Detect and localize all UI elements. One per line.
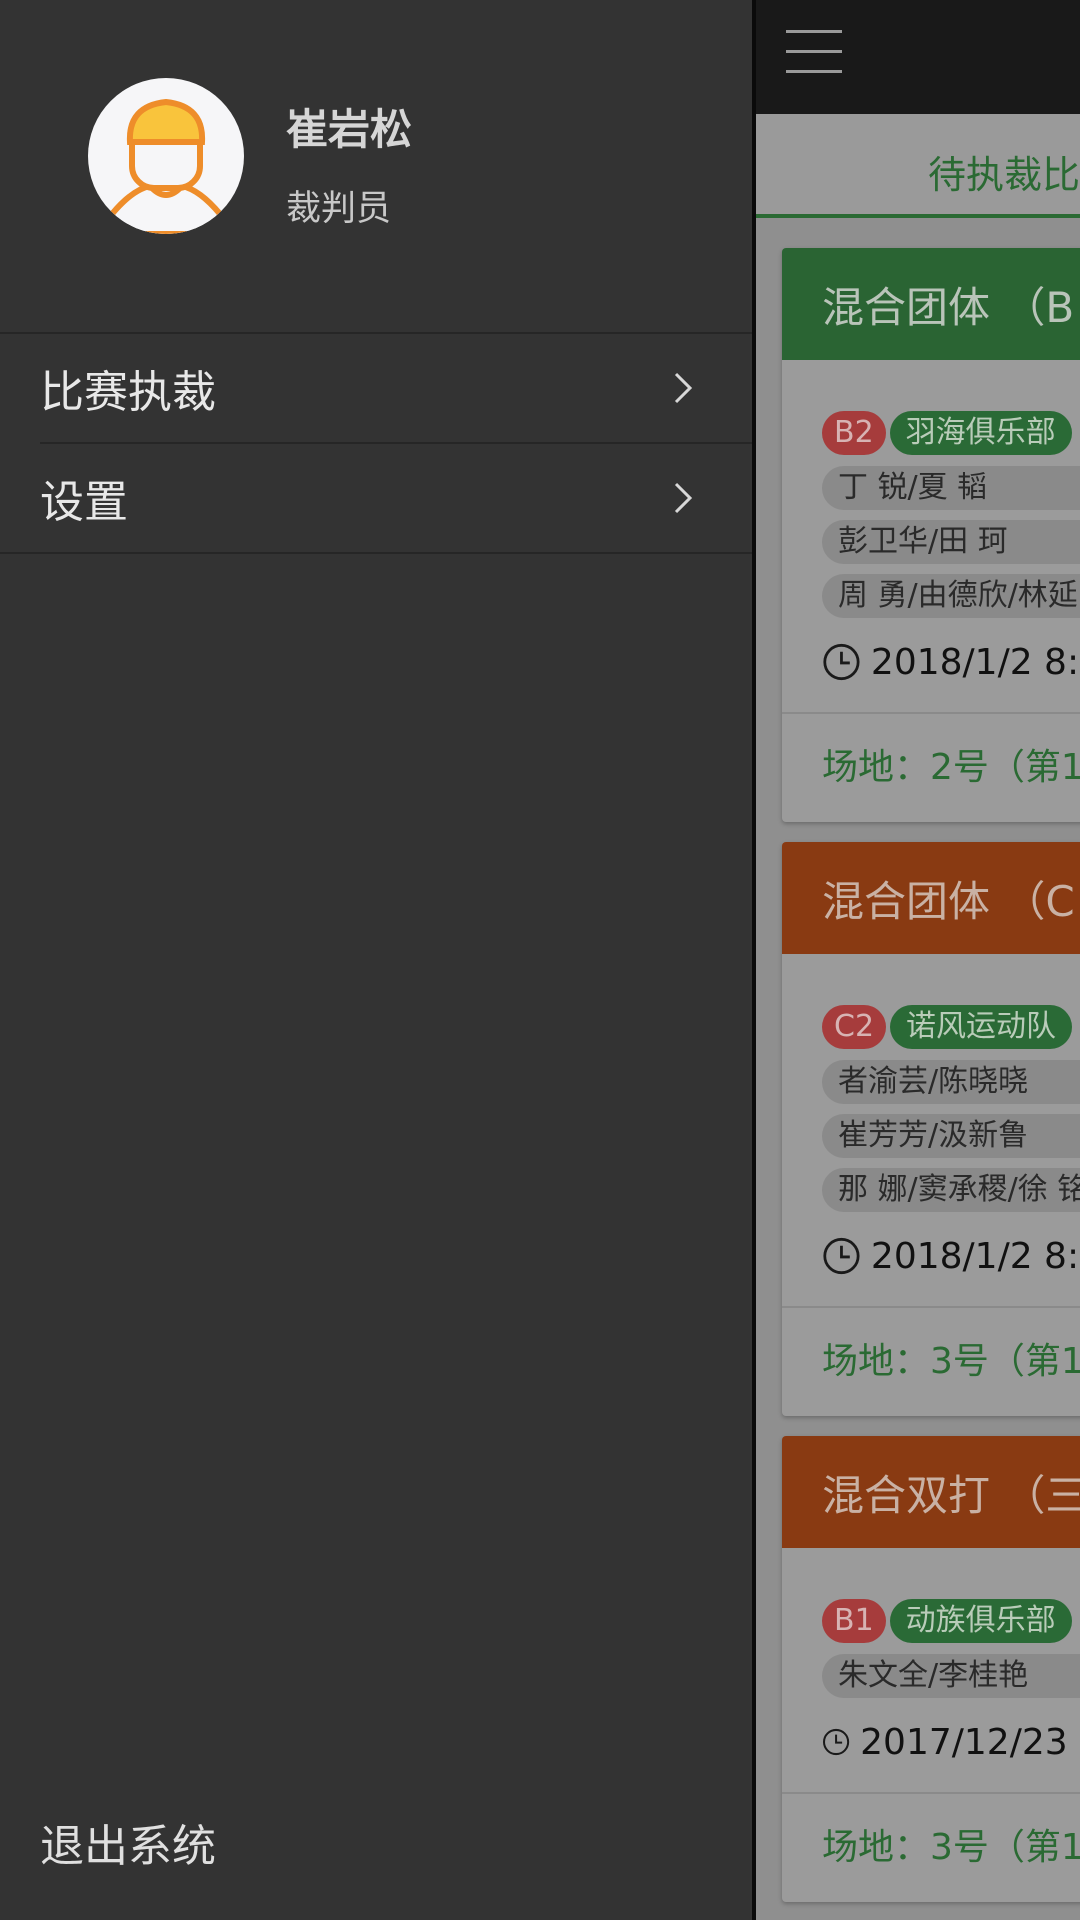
group-badge: B2: [822, 411, 886, 455]
tab-pending-matches[interactable]: 待执裁比: [928, 144, 1080, 199]
match-card[interactable]: 混合团体 （B B2 羽海俱乐部 丁 锐/夏 韬 彭卫华/田 珂 周 勇/由德欣…: [782, 248, 1080, 822]
chevron-right-icon: [674, 372, 693, 404]
player-pair: 崔芳芳/汲新鲁: [822, 1114, 1080, 1158]
top-app-bar: [756, 0, 1080, 114]
tab-indicator: [756, 214, 1080, 218]
tab-bar: 待执裁比: [756, 114, 1080, 218]
menu-item-label: 比赛执裁: [40, 367, 216, 418]
match-card[interactable]: 混合双打 （三 B1 动族俱乐部 朱文全/李桂艳 2017/12/23 1 场地…: [782, 1436, 1080, 1902]
hamburger-icon[interactable]: [786, 30, 842, 78]
menu-item-label: 设置: [40, 477, 128, 528]
match-title: 混合团体 （C: [782, 842, 1080, 954]
player-pair: 丁 锐/夏 韬: [822, 466, 1080, 510]
match-venue: 场地：2号（第1: [822, 747, 1080, 788]
player-pair: 彭卫华/田 珂: [822, 520, 1080, 564]
match-time: 2018/1/2 8:0: [870, 641, 1080, 683]
match-title: 混合团体 （B: [782, 248, 1080, 360]
player-pair: 朱文全/李桂艳: [822, 1654, 1080, 1698]
drawer-menu: 比赛执裁 设置: [0, 332, 752, 554]
club-badge: 诺风运动队: [890, 1005, 1073, 1049]
menu-divider: [0, 552, 752, 554]
drawer-edge: [752, 0, 756, 1920]
club-badge: 动族俱乐部: [889, 1599, 1072, 1643]
clock-icon: [823, 1237, 860, 1275]
main-screen: 待执裁比 混合团体 （B B2 羽海俱乐部 丁 锐/夏 韬 彭卫华/田 珂 周 …: [756, 0, 1080, 1920]
menu-item-settings[interactable]: 设置: [0, 444, 752, 552]
match-venue: 场地：3号（第1: [822, 1827, 1080, 1868]
player-pair: 那 娜/窦承稷/徐 铭: [822, 1168, 1080, 1212]
logout-button[interactable]: 退出系统: [40, 1810, 216, 1874]
player-pair: 周 勇/由德欣/林延: [822, 574, 1080, 618]
user-role: 裁判员: [286, 189, 392, 229]
clock-icon: [823, 643, 860, 681]
navigation-drawer: 崔岩松 裁判员 比赛执裁 设置 退出系统: [0, 0, 752, 1920]
referee-avatar-icon[interactable]: [88, 78, 244, 234]
chevron-right-icon: [674, 482, 693, 514]
menu-item-match-officiating[interactable]: 比赛执裁: [0, 334, 752, 442]
match-time: 2018/1/2 8:0: [870, 1235, 1080, 1277]
match-title: 混合双打 （三: [782, 1436, 1080, 1548]
match-card[interactable]: 混合团体 （C C2 诺风运动队 者渝芸/陈晓晓 崔芳芳/汲新鲁 那 娜/窦承稷…: [782, 842, 1080, 1416]
match-time: 2017/12/23 1: [860, 1721, 1080, 1763]
group-badge: C2: [822, 1005, 887, 1049]
clock-icon: [823, 1728, 850, 1756]
club-badge: 羽海俱乐部: [889, 411, 1072, 455]
user-name: 崔岩松: [286, 105, 413, 154]
player-pair: 者渝芸/陈晓晓: [822, 1060, 1080, 1104]
group-badge: B1: [822, 1599, 886, 1643]
match-venue: 场地：3号（第1: [822, 1341, 1080, 1382]
